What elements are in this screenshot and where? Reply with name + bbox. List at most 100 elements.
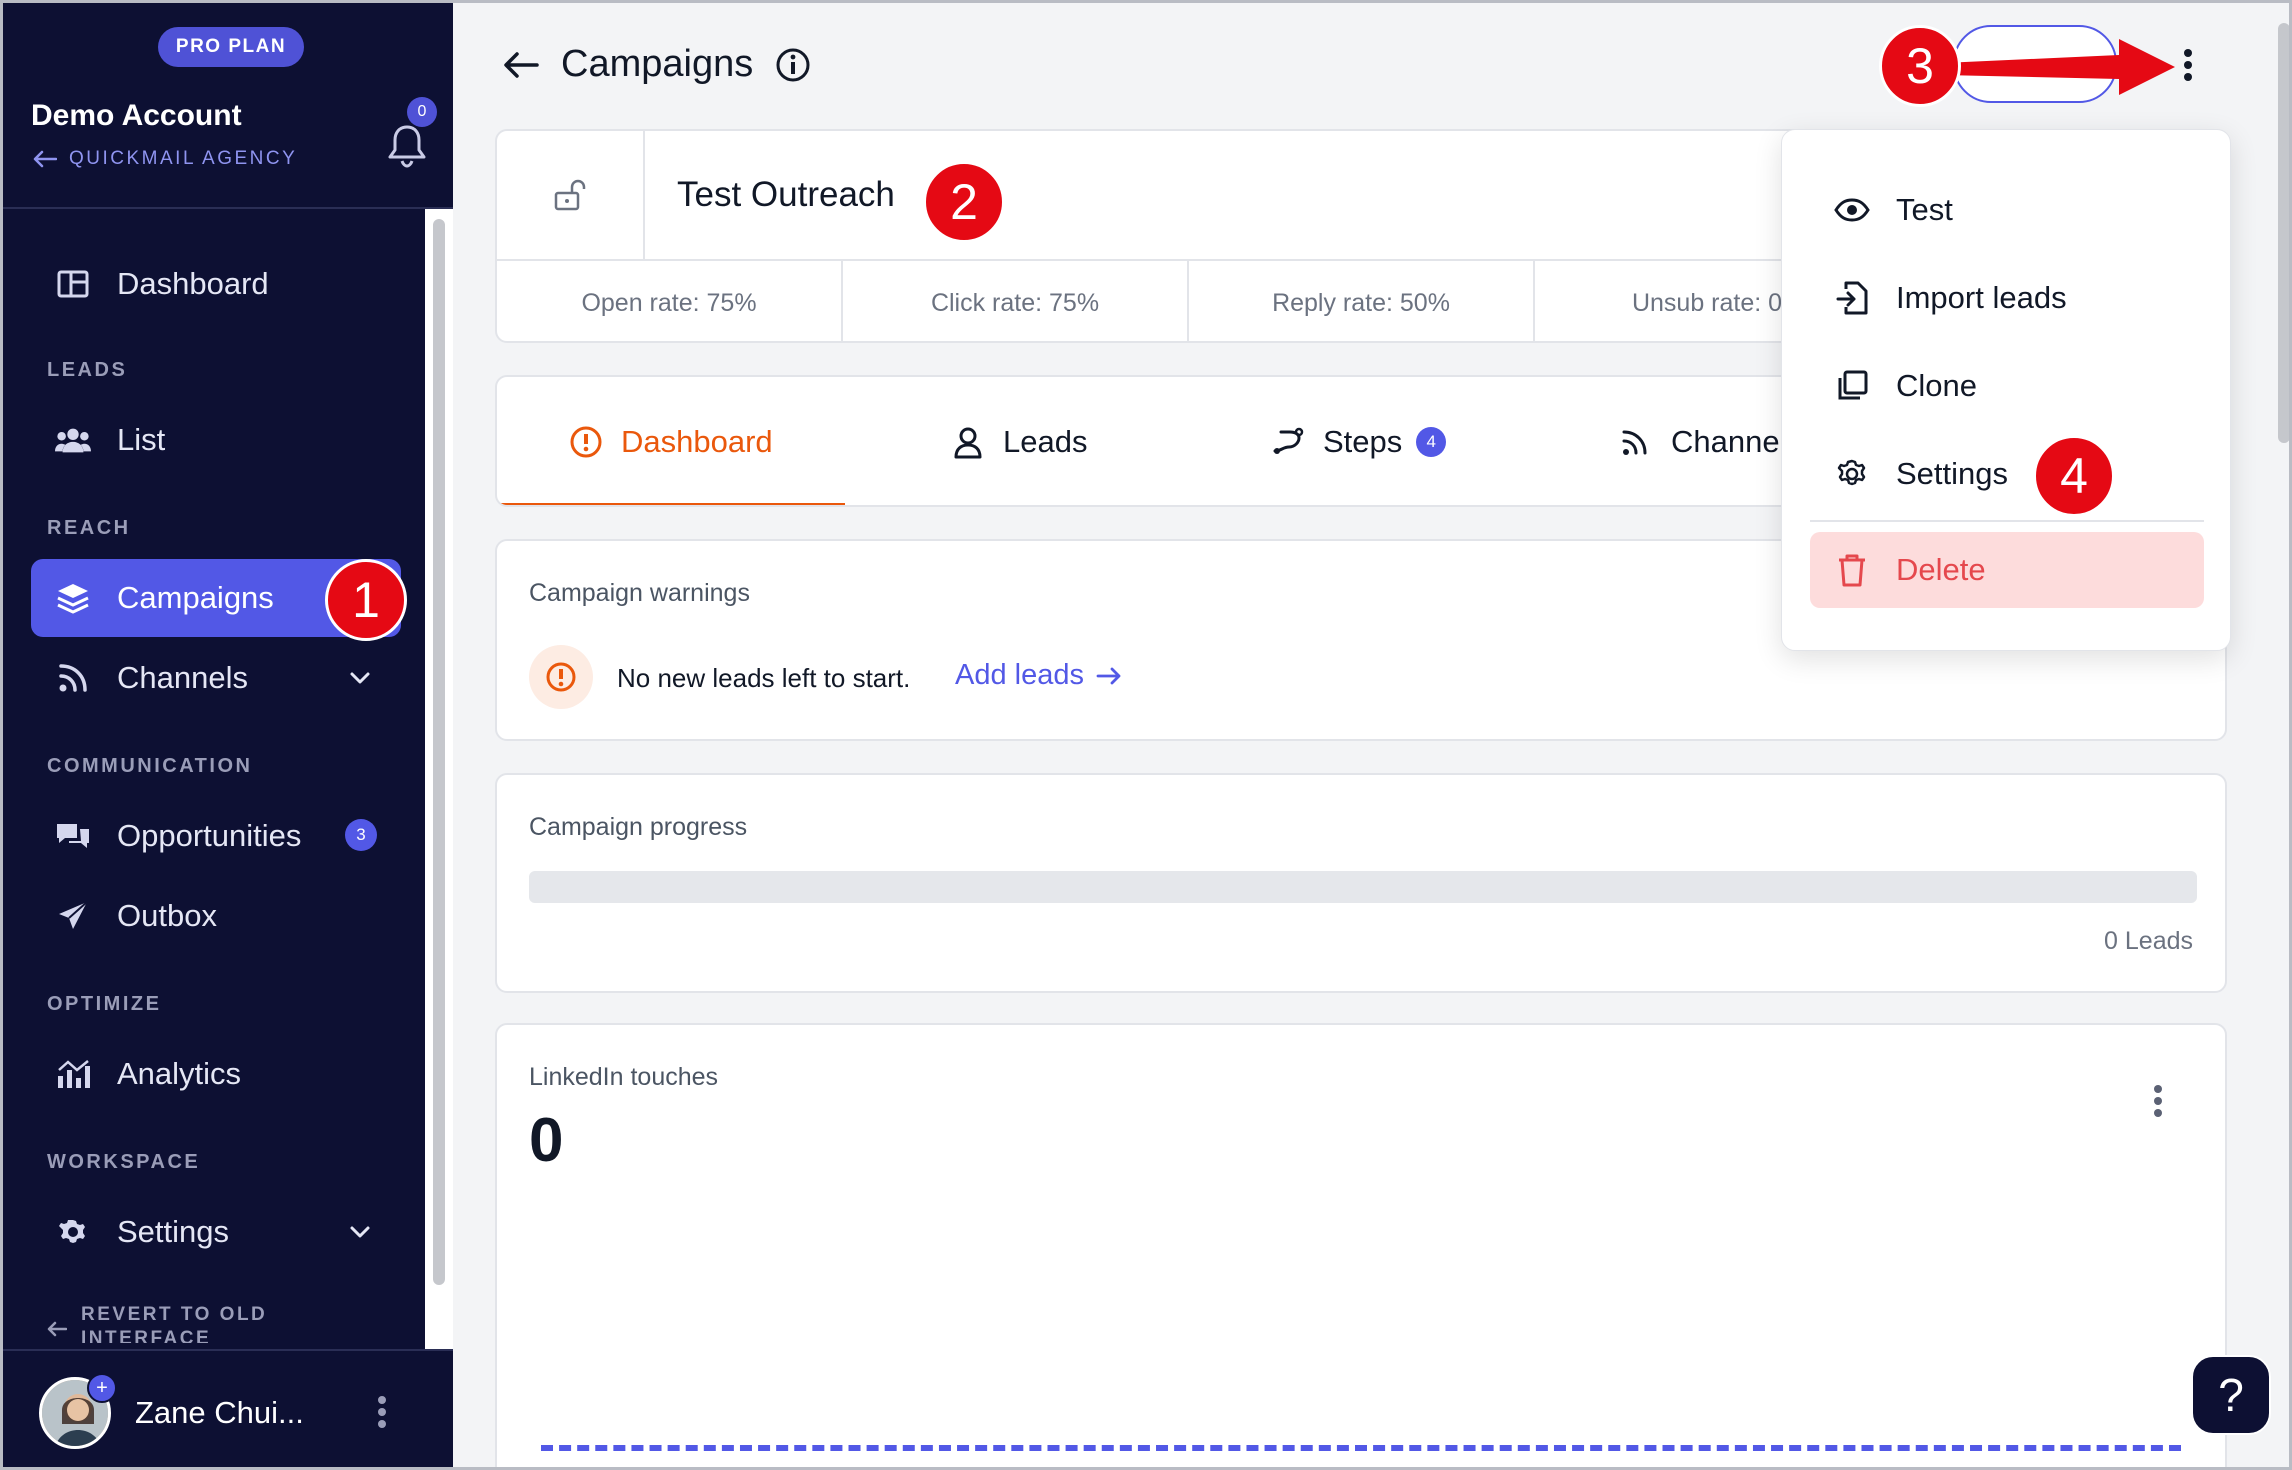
campaign-progress-card: Campaign progress 0 Leads [495,773,2227,993]
section-leads: LEADS [47,359,128,381]
agency-name: QUICKMAIL AGENCY [69,148,298,169]
annotation-marker-4: 4 [2033,435,2115,517]
arrow-left-icon [33,150,57,168]
sidebar-item-settings[interactable]: Settings [31,1193,401,1271]
paper-plane-icon [55,898,91,934]
revert-to-old-interface-link[interactable]: REVERT TO OLD INTERFACE [47,1303,281,1343]
tab-label: Steps [1323,424,1403,459]
tab-channels[interactable]: Channels [1619,377,1802,505]
annotation-arrow [1943,39,2175,95]
menu-item-test[interactable]: Test [1810,172,2204,248]
sidebar-scroll-thumb[interactable] [433,219,445,1285]
campaign-actions-menu: Test Import leads Clone Settings Delete [1781,129,2231,651]
chat-icon [55,818,91,854]
account-header: PRO PLAN Demo Account QUICKMAIL AGENCY 0 [3,3,453,209]
sidebar-item-label: Settings [117,1214,230,1249]
sidebar-item-dashboard[interactable]: Dashboard [31,245,401,323]
sidebar-item-label: Dashboard [117,266,269,301]
user-name[interactable]: Zane Chui... [135,1395,304,1431]
eye-icon [1834,192,1870,228]
user-bar: + Zane Chui... [3,1349,453,1467]
unlock-icon [554,179,586,211]
chevron-down-icon[interactable] [347,665,373,691]
layers-icon [55,580,91,616]
section-optimize: OPTIMIZE [47,993,162,1015]
rss-icon [1622,430,1647,455]
tab-steps[interactable]: Steps 4 [1271,377,1447,505]
sidebar: PRO PLAN Demo Account QUICKMAIL AGENCY 0… [3,3,453,1467]
open-rate-stat: Open rate: 75% [497,261,843,341]
annotation-marker-1: 1 [325,559,407,641]
rss-icon [55,660,91,696]
notification-count-badge: 0 [407,97,437,127]
menu-item-delete[interactable]: Delete [1810,532,2204,608]
section-reach: REACH [47,517,131,539]
warning-icon [529,645,593,709]
menu-divider [1810,520,2204,522]
arrow-left-icon [47,1321,67,1337]
analytics-icon [55,1056,91,1092]
sidebar-item-analytics[interactable]: Analytics [31,1035,401,1113]
sidebar-item-outbox[interactable]: Outbox [31,877,401,955]
revert-label: REVERT TO OLD INTERFACE [81,1304,268,1343]
bell-icon[interactable] [385,121,429,169]
sidebar-item-opportunities[interactable]: Opportunities 3 [31,797,401,875]
tab-dashboard[interactable]: Dashboard [569,377,773,505]
user-icon [954,427,982,459]
menu-item-label: Settings [1896,456,2009,491]
menu-item-label: Import leads [1896,280,2067,315]
click-rate-stat: Click rate: 75% [843,261,1189,341]
account-name[interactable]: Demo Account [31,99,242,133]
menu-item-import-leads[interactable]: Import leads [1810,260,2204,336]
help-button[interactable]: ? [2191,1355,2271,1435]
lock-toggle[interactable] [497,131,645,259]
tab-label: Dashboard [621,424,773,459]
reply-rate-stat: Reply rate: 50% [1189,261,1535,341]
route-icon [1273,427,1304,454]
page-scrollbar[interactable] [2273,3,2289,1467]
linkedin-touches-value: 0 [529,1106,564,1175]
menu-item-label: Test [1896,192,1953,227]
sidebar-item-label: Campaigns [117,580,274,615]
menu-item-label: Delete [1896,552,1986,587]
users-icon [55,422,91,458]
file-import-icon [1834,280,1870,316]
more-vertical-icon[interactable] [377,1395,387,1429]
add-leads-label: Add leads [955,659,1084,691]
steps-count-badge: 4 [1416,427,1447,457]
info-icon[interactable] [775,47,811,83]
tab-leads[interactable]: Leads [951,377,1088,505]
more-vertical-icon[interactable] [2183,49,2193,81]
gear-icon [55,1214,91,1250]
sidebar-item-label: Analytics [117,1056,242,1091]
active-tab-indicator [497,503,845,505]
menu-item-settings[interactable]: Settings [1810,436,2204,512]
menu-item-clone[interactable]: Clone [1810,348,2204,424]
card-title: Campaign warnings [529,579,750,607]
back-arrow-icon[interactable] [503,47,539,83]
sidebar-scrollbar[interactable] [425,209,453,1349]
page-scroll-thumb[interactable] [2278,23,2289,443]
section-workspace: WORKSPACE [47,1151,201,1173]
annotation-marker-3: 3 [1879,25,1961,107]
page-title: Campaigns [561,43,754,85]
agency-link[interactable]: QUICKMAIL AGENCY [33,148,297,170]
opportunities-count-badge: 3 [345,819,377,851]
section-communication: COMMUNICATION [47,755,253,777]
linkedin-touches-card: LinkedIn touches 0 [495,1023,2227,1467]
progress-count: 0 Leads [2104,927,2193,955]
chevron-down-icon[interactable] [347,1219,373,1245]
sidebar-item-channels[interactable]: Channels [31,639,401,717]
add-status-icon[interactable]: + [87,1373,117,1403]
gear-icon [1834,456,1870,492]
campaign-name[interactable]: Test Outreach [677,175,895,215]
plan-badge: PRO PLAN [158,27,304,67]
dashboard-icon [55,266,91,302]
trash-icon [1834,552,1870,588]
card-title: Campaign progress [529,813,748,841]
more-vertical-icon[interactable] [2153,1085,2163,1117]
chart-line [541,1445,2181,1451]
add-leads-link[interactable]: Add leads [955,659,1122,692]
tab-label: Leads [1003,424,1088,459]
sidebar-item-list[interactable]: List [31,401,401,479]
